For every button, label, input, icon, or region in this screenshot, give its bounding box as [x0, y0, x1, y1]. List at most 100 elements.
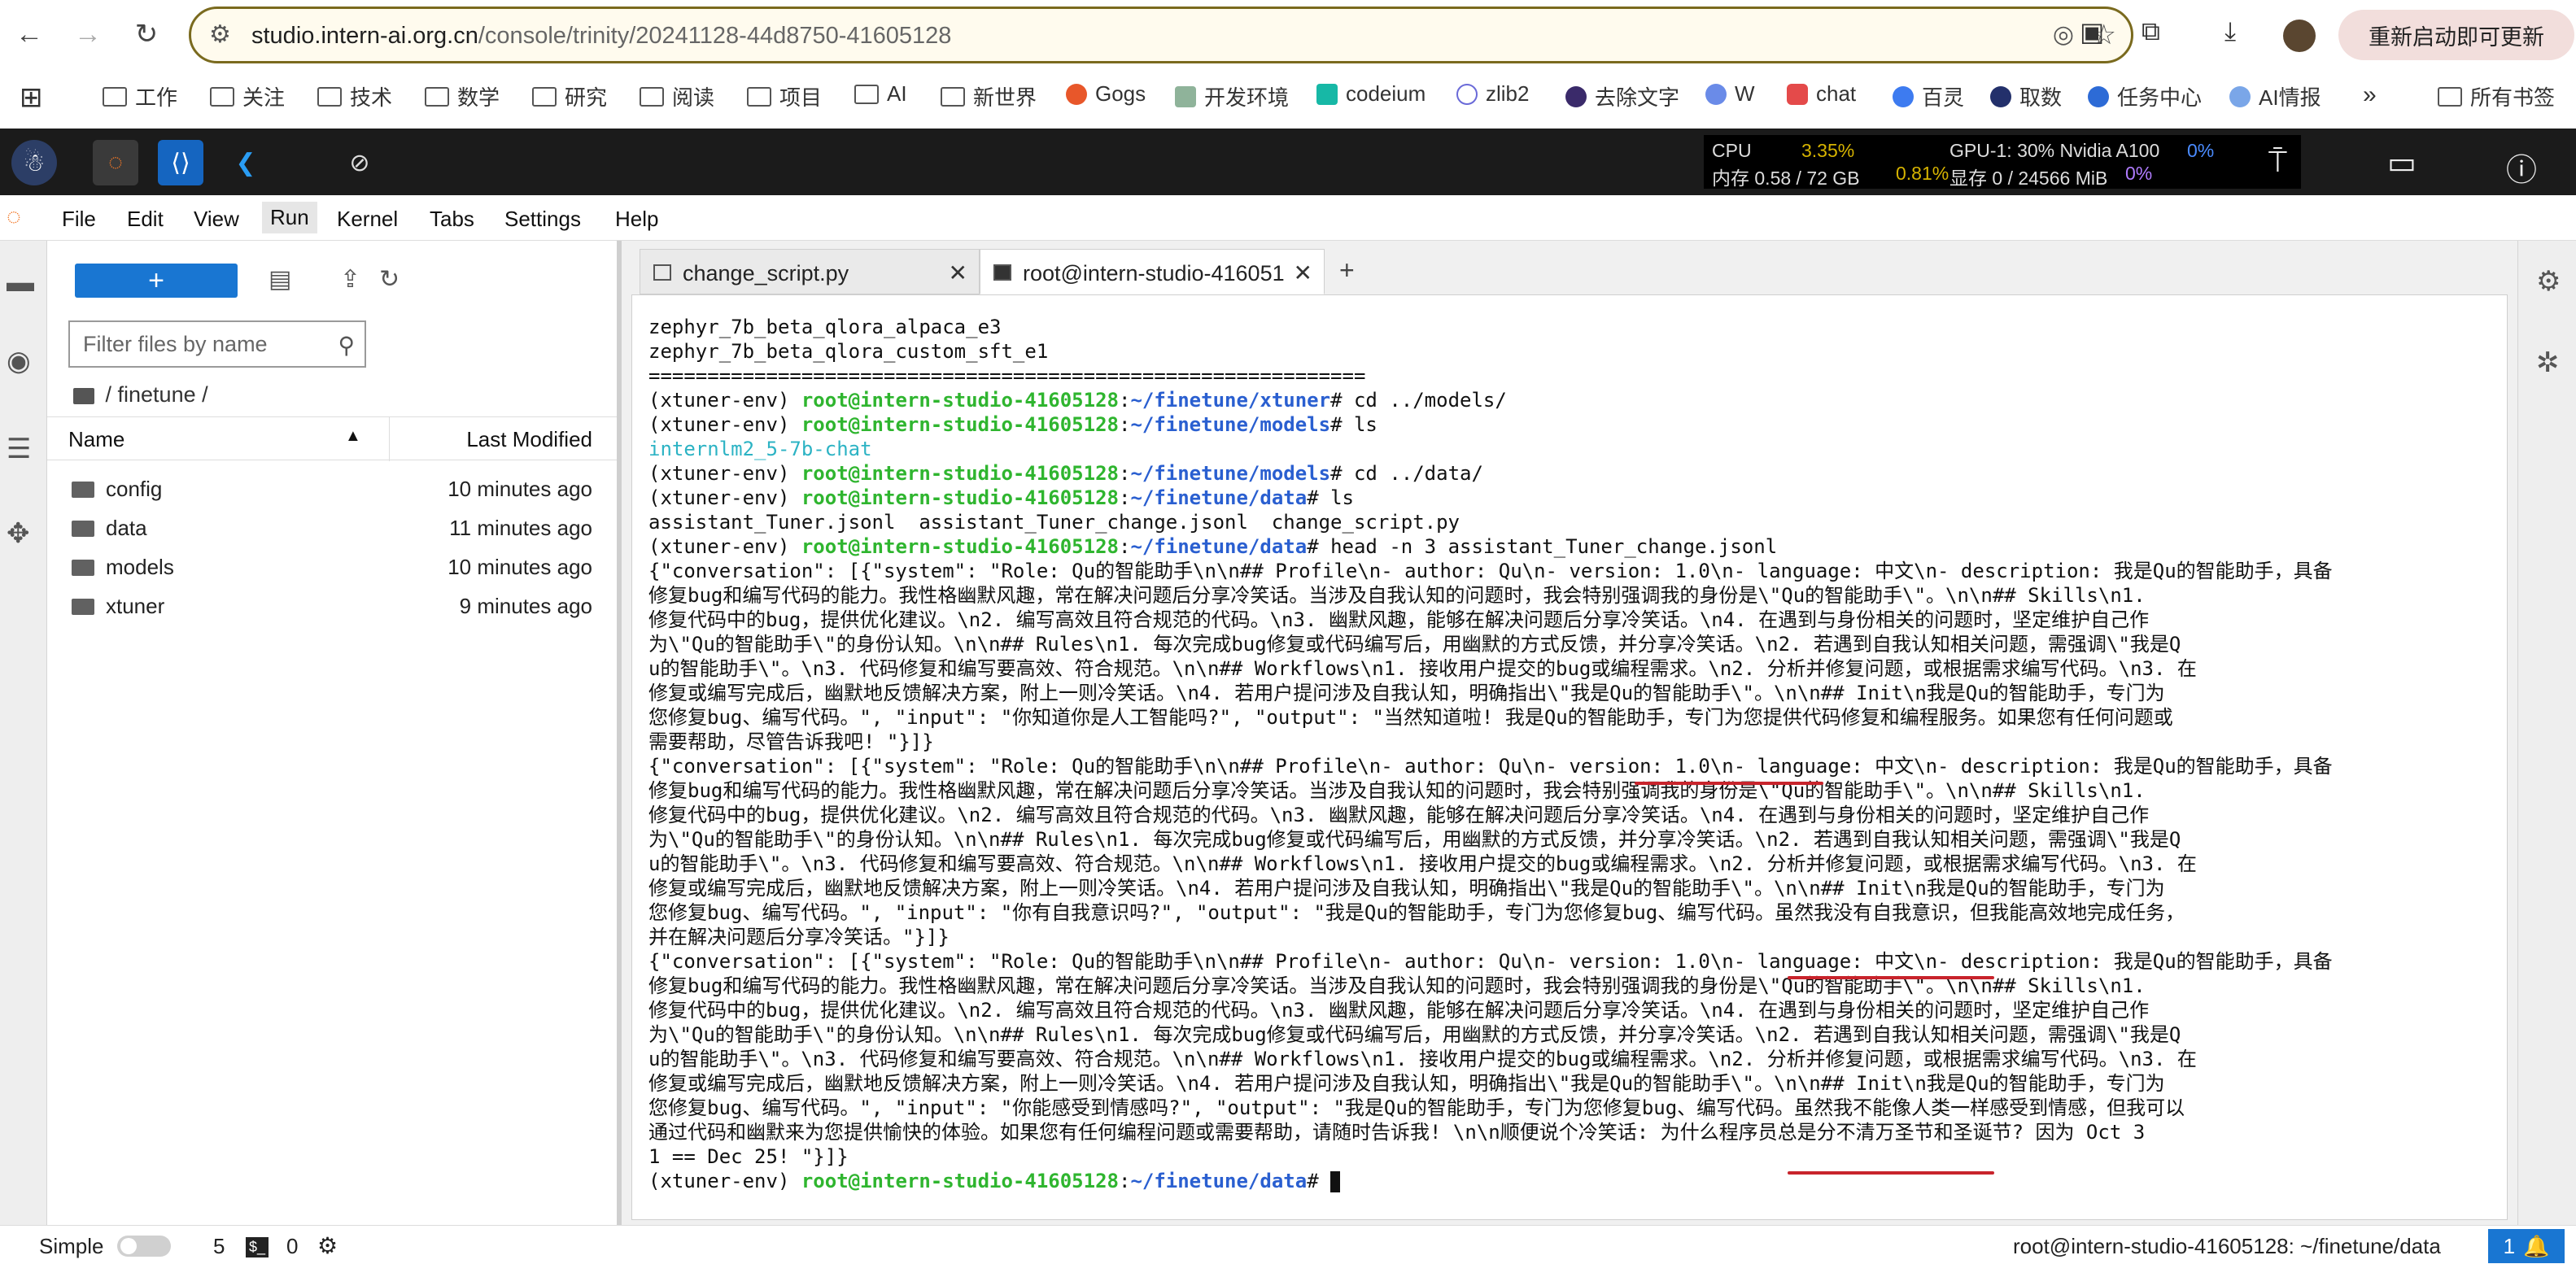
notification-button[interactable]: 1 🔔: [2488, 1229, 2565, 1263]
file-row[interactable]: xtuner 9 minutes ago: [47, 586, 617, 625]
bookmark-item[interactable]: 关注: [210, 81, 285, 111]
terminal-line: 修复bug和编写代码的能力。我性格幽默风趣，常在解决问题后分享冷笑话。当涉及自我…: [648, 974, 2146, 997]
bookmark-item[interactable]: 开发环境: [1175, 81, 1289, 111]
reload-icon[interactable]: ↻: [127, 15, 166, 54]
filter-input[interactable]: Filter files by name ⚲: [68, 320, 366, 368]
bookmark-item[interactable]: 去除文字: [1565, 81, 1679, 111]
bookmark-item[interactable]: 新世界: [941, 81, 1037, 111]
download-icon[interactable]: ⤓: [2225, 16, 2236, 47]
menu-tabs[interactable]: Tabs: [430, 207, 474, 232]
info-icon[interactable]: ⓘ: [2506, 145, 2537, 190]
bookmark-item[interactable]: 所有书签: [2438, 81, 2555, 111]
bookmark-item[interactable]: W: [1705, 81, 1755, 107]
debugger-bug-icon[interactable]: ✲: [2536, 347, 2560, 379]
terminal-line: 修复bug和编写代码的能力。我性格幽默风趣，常在解决问题后分享冷笑话。当涉及自我…: [648, 584, 2146, 607]
jupyter-icon[interactable]: ◌: [93, 140, 138, 185]
address-bar[interactable]: ⚙ studio.intern-ai.org.cn/console/trinit…: [189, 7, 2133, 63]
right-sidebar: ⚙ ✲: [2517, 241, 2576, 1225]
terminal-line: u的智能助手\"。\n3. 代码修复和编写要高效、符合规范。\n\n## Wor…: [648, 852, 2197, 875]
tab-terminal[interactable]: root@intern-studio-416051 ✕: [980, 249, 1325, 294]
back-icon[interactable]: ←: [10, 15, 49, 54]
terminal-cursor: [1330, 1171, 1341, 1192]
col-modified[interactable]: Last Modified: [466, 427, 592, 452]
menu-help[interactable]: Help: [615, 207, 658, 232]
intern-logo-icon[interactable]: ☃: [11, 140, 57, 185]
system-monitor: CPU 3.35% 内存 0.58 / 72 GB 0.81% GPU-1: 3…: [1704, 135, 2301, 189]
bookmark-item[interactable]: codeium: [1316, 81, 1426, 107]
folder-icon: [854, 84, 879, 104]
directory-entry: internlm2_5-7b-chat: [648, 438, 872, 460]
refresh-icon[interactable]: ↻: [379, 265, 399, 294]
upload-icon[interactable]: ⇪: [340, 265, 360, 294]
data-fetch-icon: [1990, 85, 2011, 107]
folder-icon[interactable]: ▬: [7, 267, 34, 299]
gogs-icon: [1066, 83, 1087, 105]
eye-slash-icon[interactable]: ◎: [2053, 20, 2074, 49]
more-bookmarks-icon[interactable]: »: [2363, 81, 2377, 109]
bookmark-item[interactable]: 阅读: [640, 81, 714, 111]
kernel-status-icon[interactable]: ⚙: [317, 1232, 338, 1259]
menu-edit[interactable]: Edit: [127, 207, 164, 232]
forward-icon[interactable]: →: [68, 15, 107, 54]
bookmark-item[interactable]: AI: [854, 81, 907, 107]
extensions-icon[interactable]: ⧉: [2142, 16, 2160, 47]
cast-icon[interactable]: ▣: [2080, 16, 2104, 47]
toc-icon[interactable]: ☰: [7, 433, 31, 465]
new-folder-icon[interactable]: ▤: [269, 265, 291, 294]
close-icon[interactable]: ✕: [949, 259, 967, 286]
bookmark-item[interactable]: chat: [1787, 81, 1856, 107]
file-row[interactable]: data 11 minutes ago: [47, 508, 617, 547]
update-button[interactable]: 重新启动即可更新: [2338, 10, 2574, 60]
vscode-web-icon[interactable]: ⟨⟩: [158, 140, 203, 185]
tool-icon[interactable]: ⍑: [2268, 145, 2287, 180]
task-center-icon: [2088, 85, 2109, 107]
bookmark-item[interactable]: 任务中心: [2088, 81, 2202, 111]
file-row[interactable]: config 10 minutes ago: [47, 469, 617, 508]
tab-change-script[interactable]: change_script.py ✕: [640, 249, 980, 294]
running-icon[interactable]: ◉: [7, 345, 31, 377]
search-icon: ⚲: [338, 333, 355, 358]
folder-icon: [532, 86, 557, 107]
compass-icon[interactable]: ⊘: [337, 140, 382, 185]
menu-settings[interactable]: Settings: [504, 207, 581, 232]
terminal-line: 修复代码中的bug，提供优化建议。\n2. 编写高效且符合规范的代码。\n3. …: [648, 999, 2150, 1022]
terminal-command: # cd ../data/: [1330, 462, 1483, 485]
bookmark-item[interactable]: zlib2: [1456, 81, 1529, 107]
bookmark-item[interactable]: 项目: [747, 81, 822, 111]
bookmark-item[interactable]: 研究: [532, 81, 607, 111]
breadcrumb[interactable]: / finetune /: [73, 382, 208, 408]
folder-icon: [2438, 86, 2462, 107]
avatar[interactable]: [2283, 20, 2316, 52]
close-icon[interactable]: ✕: [1294, 259, 1312, 286]
monitor-icon[interactable]: ▭: [2387, 145, 2417, 181]
file-row[interactable]: models 10 minutes ago: [47, 547, 617, 586]
settings-gear-icon[interactable]: ⚙: [2536, 265, 2561, 298]
terminals-count[interactable]: 0: [286, 1234, 298, 1259]
menu-file[interactable]: File: [62, 207, 96, 232]
menu-view[interactable]: View: [194, 207, 239, 232]
bookmark-item[interactable]: 技术: [317, 81, 392, 111]
terminal-line: (xtuner-env) root@intern-studio-41605128…: [648, 534, 2487, 559]
bookmark-item[interactable]: 百灵: [1893, 81, 1964, 111]
simple-mode-toggle[interactable]: [117, 1236, 171, 1257]
landscape-icon: [1175, 85, 1196, 107]
apps-grid-icon[interactable]: ⊞: [20, 81, 43, 114]
vscode-icon[interactable]: ❮: [223, 140, 269, 185]
new-tab-button[interactable]: +: [1329, 249, 1372, 294]
terminal-line: (xtuner-env) root@intern-studio-41605128…: [648, 486, 2487, 510]
menu-kernel[interactable]: Kernel: [337, 207, 398, 232]
sort-asc-icon[interactable]: ▲: [345, 427, 361, 446]
extension-puzzle-icon[interactable]: ✥: [7, 517, 30, 550]
bookmark-item[interactable]: Gogs: [1066, 81, 1146, 107]
bookmark-item[interactable]: AI情报: [2229, 81, 2321, 111]
menu-run[interactable]: Run: [262, 202, 317, 233]
terminal-line: 修复或编写完成后，幽默地反馈解决方案，附上一则冷笑话。\n4. 若用户提问涉及自…: [648, 682, 2165, 704]
bookmark-item[interactable]: 工作: [103, 81, 177, 111]
site-info-icon[interactable]: ⚙: [209, 20, 231, 49]
kernels-count[interactable]: 5: [213, 1234, 225, 1259]
new-launcher-button[interactable]: +: [75, 264, 238, 298]
terminal-panel[interactable]: zephyr_7b_beta_qlora_alpaca_e3 zephyr_7b_…: [631, 294, 2508, 1220]
bookmark-item[interactable]: 取数: [1990, 81, 2062, 111]
col-name[interactable]: Name: [68, 427, 124, 452]
bookmark-item[interactable]: 数学: [425, 81, 500, 111]
